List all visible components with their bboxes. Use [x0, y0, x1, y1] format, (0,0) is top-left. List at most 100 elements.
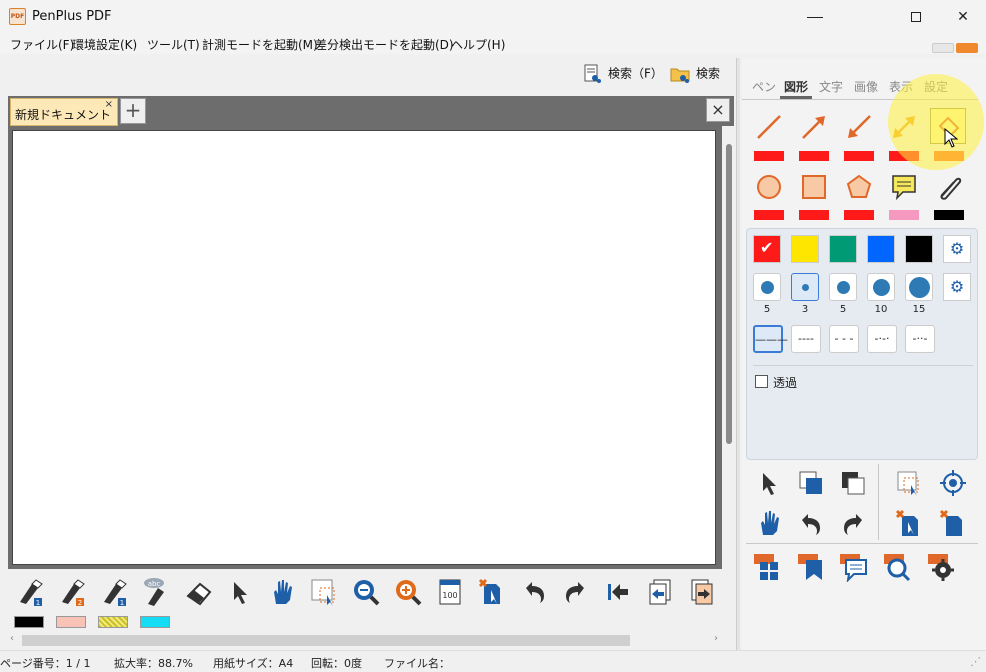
- panel-expand-icon[interactable]: [956, 43, 978, 53]
- line-color-bar[interactable]: [754, 151, 784, 161]
- size-settings-gear-icon[interactable]: ⚙: [943, 273, 971, 301]
- tab-close-icon[interactable]: ×: [105, 99, 113, 110]
- pen-color-chip-2[interactable]: [56, 616, 86, 628]
- undo-icon[interactable]: [796, 508, 826, 538]
- redo-icon[interactable]: [838, 508, 868, 538]
- marker-icon[interactable]: 1: [98, 576, 130, 608]
- line-style-long-dash[interactable]: - - -: [829, 325, 859, 353]
- send-to-back-icon[interactable]: [838, 468, 868, 498]
- delete-selection-icon[interactable]: [894, 508, 924, 538]
- size-15-button[interactable]: [905, 273, 933, 301]
- color-swatch-red[interactable]: ✔: [753, 235, 781, 263]
- menu-settings[interactable]: 環境設定(K): [72, 36, 137, 53]
- tab-pen[interactable]: ペン: [752, 78, 776, 95]
- hand-pan-icon[interactable]: [266, 576, 298, 608]
- hand-pan-icon[interactable]: [754, 508, 784, 538]
- bring-to-front-icon[interactable]: [796, 468, 826, 498]
- color-swatch-yellow[interactable]: [791, 235, 819, 263]
- close-window-button[interactable]: ✕: [940, 0, 986, 34]
- menu-file[interactable]: ファイル(F): [10, 36, 74, 53]
- tab-shapes[interactable]: 図形: [784, 78, 808, 95]
- paperclip-color-bar[interactable]: [934, 210, 964, 220]
- scroll-right-icon[interactable]: ›: [714, 633, 718, 644]
- delete-selection-icon[interactable]: [476, 576, 508, 608]
- zoom-in-icon[interactable]: [392, 576, 424, 608]
- arrow-color-bar[interactable]: [799, 151, 829, 161]
- menu-diff-mode[interactable]: 差分検出モードを起動(D): [315, 36, 454, 53]
- target-icon[interactable]: [938, 468, 968, 498]
- area-select-icon[interactable]: [308, 576, 340, 608]
- panel-toggle-buttons[interactable]: [932, 42, 980, 54]
- size-5b-button[interactable]: [829, 273, 857, 301]
- close-document-button[interactable]: ×: [706, 98, 730, 122]
- line-style-solid[interactable]: ———: [753, 325, 788, 353]
- eraser-icon[interactable]: [182, 576, 214, 608]
- resize-grip-icon[interactable]: ⋰: [970, 655, 981, 668]
- search-panel-icon[interactable]: [882, 552, 912, 582]
- line-style-dash-dot[interactable]: -·-·: [867, 325, 897, 353]
- horizontal-scroll-thumb[interactable]: [22, 635, 630, 646]
- pen-color-chip-4[interactable]: [140, 616, 170, 628]
- zoom-out-icon[interactable]: [350, 576, 382, 608]
- paperclip-icon[interactable]: [934, 172, 964, 202]
- color-settings-gear-icon[interactable]: ⚙: [943, 235, 971, 263]
- pen-2-icon[interactable]: 2: [56, 576, 88, 608]
- size-3-button[interactable]: [791, 273, 819, 301]
- line-style-dash-dot-dot[interactable]: -··-: [905, 325, 935, 353]
- reverse-arrow-color-bar[interactable]: [844, 151, 874, 161]
- comment-shape-icon[interactable]: [889, 172, 919, 202]
- vertical-scrollbar[interactable]: [724, 126, 734, 569]
- search-f-button[interactable]: 検索（F）: [582, 64, 663, 90]
- tab-image[interactable]: 画像: [854, 78, 878, 95]
- undo-icon[interactable]: [518, 576, 550, 608]
- panel-collapse-icon[interactable]: [932, 43, 954, 53]
- select-arrow-icon[interactable]: [754, 468, 784, 498]
- pdf-page[interactable]: [12, 130, 716, 565]
- thumbnail-grid-icon[interactable]: [752, 552, 782, 582]
- menu-measure-mode[interactable]: 計測モードを起動(M): [202, 36, 318, 53]
- polygon-shape-icon[interactable]: [844, 172, 874, 202]
- scroll-left-icon[interactable]: ‹: [10, 633, 14, 644]
- size-10-button[interactable]: [867, 273, 895, 301]
- area-select-icon[interactable]: [894, 468, 924, 498]
- rectangle-color-bar[interactable]: [799, 210, 829, 220]
- transparent-checkbox[interactable]: [755, 375, 768, 388]
- comment-color-bar[interactable]: [889, 210, 919, 220]
- panel-settings-gear-icon[interactable]: [926, 552, 956, 582]
- size-5-button[interactable]: [753, 273, 781, 301]
- maximize-button[interactable]: [895, 0, 941, 34]
- tab-text[interactable]: 文字: [819, 78, 843, 95]
- pen-1-icon[interactable]: 1: [14, 576, 46, 608]
- comment-list-icon[interactable]: [838, 552, 868, 582]
- vertical-scroll-thumb[interactable]: [726, 144, 732, 444]
- circle-shape-icon[interactable]: [754, 172, 784, 202]
- minimize-button[interactable]: [795, 0, 841, 34]
- color-swatch-green[interactable]: [829, 235, 857, 263]
- select-arrow-icon[interactable]: [224, 576, 256, 608]
- next-page-icon[interactable]: [686, 576, 718, 608]
- prev-page-icon[interactable]: [644, 576, 676, 608]
- rectangle-shape-icon[interactable]: [799, 172, 829, 202]
- bookmark-icon[interactable]: [796, 552, 826, 582]
- tab-new-document[interactable]: 新規ドキュメント＊ ×: [10, 98, 118, 139]
- pen-color-chip-1[interactable]: [14, 616, 44, 628]
- reverse-arrow-shape-icon[interactable]: [844, 112, 874, 142]
- panel-splitter[interactable]: [736, 58, 740, 650]
- color-swatch-black[interactable]: [905, 235, 933, 263]
- zoom-100-icon[interactable]: 100: [434, 576, 466, 608]
- search-folder-button[interactable]: 検索: [670, 64, 720, 90]
- text-marker-icon[interactable]: abc: [140, 576, 172, 608]
- polygon-color-bar[interactable]: [844, 210, 874, 220]
- arrow-shape-icon[interactable]: [799, 112, 829, 142]
- delete-all-icon[interactable]: [938, 508, 968, 538]
- color-swatch-blue[interactable]: [867, 235, 895, 263]
- menu-tools[interactable]: ツール(T): [147, 36, 200, 53]
- horizontal-scrollbar[interactable]: ‹ ›: [8, 633, 724, 648]
- circle-color-bar[interactable]: [754, 210, 784, 220]
- menu-help[interactable]: ヘルプ(H): [451, 36, 505, 53]
- add-tab-button[interactable]: +: [120, 98, 146, 124]
- pen-color-chip-3[interactable]: [98, 616, 128, 628]
- line-shape-icon[interactable]: [754, 112, 784, 142]
- line-style-dashed[interactable]: ----: [791, 325, 821, 353]
- first-page-icon[interactable]: [602, 576, 634, 608]
